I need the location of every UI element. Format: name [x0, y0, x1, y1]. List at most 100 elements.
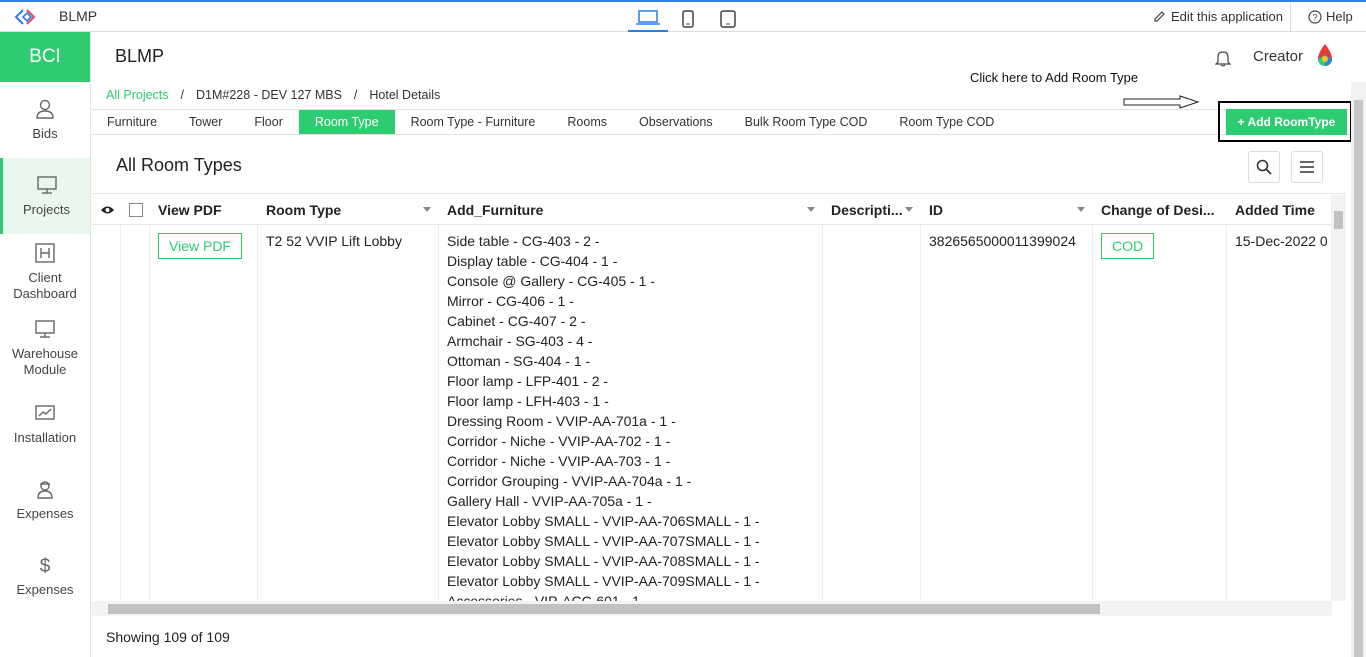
report-grid: View PDF Room Type Add_Furniture Descrip… [92, 193, 1346, 601]
report-title: All Room Types [116, 155, 242, 175]
profile-avatar-icon[interactable] [1315, 43, 1335, 69]
column-header-change-of-design[interactable]: Change of Desi... [1093, 194, 1227, 225]
user-name[interactable]: Creator [1253, 48, 1303, 65]
table-row[interactable]: View PDF T2 52 VVIP Lift Lobby Side tabl… [92, 225, 1346, 601]
column-header-add-furniture[interactable]: Add_Furniture [439, 194, 823, 225]
app-name: BLMP [59, 8, 98, 24]
tab-floor[interactable]: Floor [238, 110, 298, 134]
scrollbar-thumb[interactable] [1334, 211, 1343, 229]
caret-down-icon[interactable] [807, 207, 815, 212]
column-header-view-pdf[interactable]: View PDF [150, 194, 258, 225]
grid-header: View PDF Room Type Add_Furniture Descrip… [92, 194, 1346, 225]
pencil-icon [1154, 11, 1165, 22]
tab-room-type[interactable]: Room Type [298, 110, 395, 134]
menu-button[interactable] [1291, 151, 1323, 183]
list-item: Floor lamp - LFH-403 - 1 - [447, 393, 609, 409]
room-type-cell: T2 52 VVIP Lift Lobby [258, 225, 439, 601]
scrollbar-thumb[interactable] [108, 604, 1100, 614]
list-item: Elevator Lobby SMALL - VVIP-AA-706SMALL … [447, 513, 760, 529]
view-pdf-button[interactable]: View PDF [158, 233, 242, 259]
tab-furniture[interactable]: Furniture [91, 110, 173, 134]
sidebar-item-bids[interactable]: Bids [0, 82, 90, 158]
cod-cell: COD [1093, 225, 1227, 601]
column-visibility-cell[interactable] [92, 194, 121, 225]
tablet-view-icon[interactable] [708, 6, 748, 32]
breadcrumb-all-projects[interactable]: All Projects [106, 88, 169, 102]
app-header: BLMP Creator [91, 32, 1366, 82]
sidebar-item-label: Client Dashboard [13, 270, 77, 301]
select-all-checkbox[interactable] [129, 202, 143, 217]
sidebar-item-warehouse-module[interactable]: Warehouse Module [0, 310, 90, 386]
breadcrumb-project[interactable]: D1M#228 - DEV 127 MBS [196, 88, 342, 102]
grid-horizontal-scrollbar[interactable] [92, 601, 1332, 616]
row-select-cell [121, 225, 150, 601]
dollar-icon: $ [40, 556, 51, 576]
help-icon: ? [1308, 9, 1322, 24]
help-link[interactable]: ? Help [1308, 9, 1353, 24]
column-header-room-type[interactable]: Room Type [258, 194, 439, 225]
mobile-view-icon[interactable] [668, 6, 708, 32]
tab-bulk-room-type-cod[interactable]: Bulk Room Type COD [729, 110, 884, 134]
caret-down-icon[interactable] [423, 207, 431, 212]
list-item: Gallery Hall - VVIP-AA-705a - 1 - [447, 493, 652, 509]
page-vertical-scrollbar[interactable] [1351, 82, 1366, 657]
scrollbar-thumb[interactable] [1354, 100, 1363, 657]
h-box-icon [35, 243, 55, 263]
list-item: Dressing Room - VVIP-AA-701a - 1 - [447, 413, 676, 429]
svg-text:?: ? [1312, 12, 1317, 22]
list-item: Corridor Grouping - VVIP-AA-704a - 1 - [447, 473, 692, 489]
app-logo-icon[interactable] [14, 8, 36, 26]
cod-button[interactable]: COD [1101, 233, 1155, 259]
breadcrumb-separator: / [353, 88, 358, 102]
sidebar-item-client-dashboard[interactable]: Client Dashboard [0, 234, 90, 310]
top-bar: BLMP Edit this application ? Help [0, 0, 1366, 32]
tab-room-type-cod[interactable]: Room Type COD [883, 110, 1010, 134]
sidebar-item-label: Expenses [16, 582, 74, 597]
desktop-view-icon[interactable] [628, 6, 668, 32]
caret-down-icon[interactable] [905, 207, 913, 212]
sidebar-item-label: Expenses [16, 506, 74, 521]
sidebar-item-label: Bids [32, 126, 58, 141]
sidebar-item-label: Warehouse Module [12, 346, 78, 377]
tab-tower[interactable]: Tower [173, 110, 238, 134]
tab-bar: Furniture Tower Floor Room Type Room Typ… [91, 109, 1351, 135]
edit-application-link[interactable]: Edit this application [1153, 9, 1283, 24]
svg-text:$: $ [40, 556, 51, 576]
annotation-text: Click here to Add Room Type [970, 70, 1139, 85]
caret-down-icon[interactable] [1077, 207, 1085, 212]
list-item: Cabinet - CG-407 - 2 - [447, 313, 586, 329]
bell-icon[interactable] [1215, 49, 1231, 67]
list-item: Accessories - VIP-ACC-601 - 1 - [447, 593, 649, 601]
list-item: Elevator Lobby SMALL - VVIP-AA-709SMALL … [447, 573, 760, 589]
column-header-description[interactable]: Descripti... [823, 194, 921, 225]
list-item: Side table - CG-403 - 2 - [447, 233, 600, 249]
list-item: Armchair - SG-403 - 4 - [447, 333, 593, 349]
grid-vertical-scrollbar[interactable] [1331, 195, 1346, 601]
sidebar-item-installation[interactable]: Installation [0, 386, 90, 462]
list-item: Console @ Gallery - CG-405 - 1 - [447, 273, 655, 289]
breadcrumb-separator: / [180, 88, 185, 102]
list-item: Corridor - Niche - VVIP-AA-703 - 1 - [447, 453, 671, 469]
sidebar-item-projects[interactable]: Projects [0, 158, 90, 234]
tab-rooms[interactable]: Rooms [551, 110, 623, 134]
column-header-id[interactable]: ID [921, 194, 1093, 225]
list-item: Ottoman - SG-404 - 1 - [447, 353, 591, 369]
search-button[interactable] [1248, 151, 1280, 183]
sidebar-item-expenses[interactable]: Expenses [0, 462, 90, 538]
page-title: BLMP [115, 46, 165, 66]
sidebar-item-expenses-dollar[interactable]: $ Expenses [0, 538, 90, 614]
device-preview-switcher [628, 6, 748, 32]
annotation-arrow-icon [1123, 95, 1200, 109]
brand-logo[interactable]: BCI [0, 32, 90, 82]
column-header-added-time[interactable]: Added Time [1227, 194, 1337, 225]
add-furniture-cell: Side table - CG-403 - 2 - Display table … [439, 225, 823, 601]
column-header-label: Room Type [266, 201, 342, 218]
monitor-icon [35, 320, 55, 338]
tab-room-type-furniture[interactable]: Room Type - Furniture [395, 110, 552, 134]
list-item: Elevator Lobby SMALL - VVIP-AA-707SMALL … [447, 533, 760, 549]
breadcrumb-page: Hotel Details [369, 88, 441, 102]
add-room-type-button[interactable]: + Add RoomType [1226, 109, 1347, 135]
sidebar: BCI Bids Projects Client Dashboard Wareh… [0, 32, 91, 657]
added-time-cell: 15-Dec-2022 0 [1235, 233, 1328, 249]
tab-observations[interactable]: Observations [623, 110, 729, 134]
